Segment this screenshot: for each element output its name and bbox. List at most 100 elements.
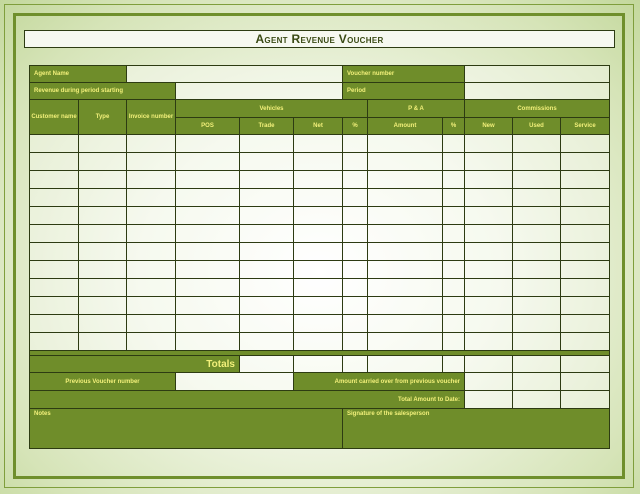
table-cell[interactable] [29, 314, 79, 333]
table-cell[interactable] [175, 188, 240, 207]
table-cell[interactable] [560, 224, 610, 243]
total-cell[interactable] [560, 355, 610, 373]
table-cell[interactable] [78, 278, 127, 297]
table-cell[interactable] [342, 224, 368, 243]
table-cell[interactable] [293, 332, 343, 351]
table-cell[interactable] [442, 170, 465, 189]
table-cell[interactable] [442, 242, 465, 261]
total-cell[interactable] [342, 355, 368, 373]
table-cell[interactable] [78, 314, 127, 333]
total-cell[interactable] [442, 355, 465, 373]
table-cell[interactable] [464, 134, 513, 153]
table-cell[interactable] [239, 296, 294, 315]
table-cell[interactable] [126, 206, 176, 225]
table-cell[interactable] [367, 278, 443, 297]
table-cell[interactable] [560, 152, 610, 171]
table-cell[interactable] [342, 242, 368, 261]
table-cell[interactable] [239, 242, 294, 261]
table-cell[interactable] [342, 260, 368, 279]
table-cell[interactable] [512, 314, 561, 333]
table-cell[interactable] [560, 242, 610, 261]
table-cell[interactable] [175, 332, 240, 351]
table-cell[interactable] [512, 170, 561, 189]
signature-field[interactable]: Signature of the salesperson [342, 408, 610, 449]
table-cell[interactable] [239, 134, 294, 153]
table-cell[interactable] [78, 242, 127, 261]
table-cell[interactable] [560, 188, 610, 207]
revenue-period-field[interactable] [175, 82, 343, 100]
table-cell[interactable] [175, 278, 240, 297]
table-cell[interactable] [293, 134, 343, 153]
table-cell[interactable] [512, 296, 561, 315]
table-cell[interactable] [126, 260, 176, 279]
notes-field[interactable]: Notes [29, 408, 343, 449]
table-cell[interactable] [442, 224, 465, 243]
table-cell[interactable] [239, 260, 294, 279]
table-cell[interactable] [560, 134, 610, 153]
table-cell[interactable] [342, 170, 368, 189]
table-cell[interactable] [175, 134, 240, 153]
table-cell[interactable] [239, 152, 294, 171]
table-cell[interactable] [442, 152, 465, 171]
table-cell[interactable] [342, 314, 368, 333]
table-cell[interactable] [239, 224, 294, 243]
table-cell[interactable] [442, 206, 465, 225]
table-cell[interactable] [512, 224, 561, 243]
table-cell[interactable] [560, 170, 610, 189]
table-cell[interactable] [367, 242, 443, 261]
table-cell[interactable] [512, 188, 561, 207]
table-cell[interactable] [560, 206, 610, 225]
table-cell[interactable] [464, 224, 513, 243]
table-cell[interactable] [367, 134, 443, 153]
table-cell[interactable] [367, 314, 443, 333]
table-cell[interactable] [512, 332, 561, 351]
table-cell[interactable] [293, 152, 343, 171]
table-cell[interactable] [78, 296, 127, 315]
agent-name-field[interactable] [126, 65, 343, 83]
table-cell[interactable] [239, 170, 294, 189]
table-cell[interactable] [442, 134, 465, 153]
table-cell[interactable] [442, 188, 465, 207]
table-cell[interactable] [126, 188, 176, 207]
table-cell[interactable] [367, 152, 443, 171]
total-cell[interactable] [464, 355, 513, 373]
total-to-date-cell[interactable] [512, 390, 561, 409]
table-cell[interactable] [293, 170, 343, 189]
table-cell[interactable] [367, 260, 443, 279]
table-cell[interactable] [442, 296, 465, 315]
table-cell[interactable] [239, 206, 294, 225]
table-cell[interactable] [29, 170, 79, 189]
table-cell[interactable] [367, 296, 443, 315]
table-cell[interactable] [126, 152, 176, 171]
table-cell[interactable] [239, 278, 294, 297]
table-cell[interactable] [29, 188, 79, 207]
table-cell[interactable] [126, 224, 176, 243]
table-cell[interactable] [126, 170, 176, 189]
table-cell[interactable] [78, 152, 127, 171]
table-cell[interactable] [126, 134, 176, 153]
carried-over-cell[interactable] [512, 372, 561, 391]
table-cell[interactable] [464, 296, 513, 315]
table-cell[interactable] [239, 188, 294, 207]
table-cell[interactable] [560, 260, 610, 279]
table-cell[interactable] [29, 224, 79, 243]
table-cell[interactable] [29, 206, 79, 225]
table-cell[interactable] [442, 260, 465, 279]
table-cell[interactable] [175, 152, 240, 171]
table-cell[interactable] [126, 296, 176, 315]
table-cell[interactable] [29, 278, 79, 297]
table-cell[interactable] [367, 332, 443, 351]
table-cell[interactable] [29, 296, 79, 315]
table-cell[interactable] [560, 278, 610, 297]
table-cell[interactable] [464, 278, 513, 297]
table-cell[interactable] [29, 152, 79, 171]
table-cell[interactable] [560, 314, 610, 333]
table-cell[interactable] [78, 206, 127, 225]
table-cell[interactable] [126, 314, 176, 333]
table-cell[interactable] [78, 134, 127, 153]
total-cell[interactable] [293, 355, 343, 373]
table-cell[interactable] [293, 260, 343, 279]
table-cell[interactable] [464, 314, 513, 333]
table-cell[interactable] [560, 296, 610, 315]
table-cell[interactable] [342, 188, 368, 207]
